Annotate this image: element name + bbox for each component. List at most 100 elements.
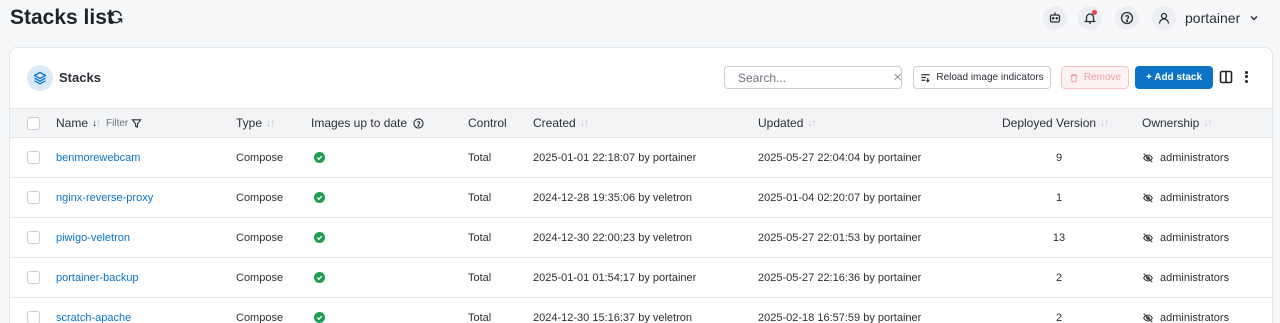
eye-off-icon	[1143, 312, 1153, 323]
check-circle-icon	[314, 312, 325, 323]
chevron-down-icon	[1250, 15, 1258, 21]
user-name: portainer	[1185, 10, 1241, 26]
table-body: benmorewebcam Compose Total 2025-01-01 2…	[10, 138, 1272, 323]
help-button[interactable]	[1115, 6, 1139, 30]
col-created[interactable]: Created ↓↑	[533, 109, 589, 137]
stacks-card: Stacks ✕ Reload image indicators Remove …	[9, 47, 1273, 323]
sort-icon: ↓↑	[807, 117, 816, 129]
stack-created: 2025-01-01 01:54:17 by portainer	[533, 271, 697, 284]
stack-name-link[interactable]: piwigo-veletron	[56, 232, 130, 244]
table-row: piwigo-veletron Compose Total 2024-12-30…	[10, 218, 1272, 258]
row-checkbox[interactable]	[27, 151, 40, 164]
row-checkbox[interactable]	[27, 231, 40, 244]
stack-updated: 2025-02-18 16:57:59 by portainer	[758, 311, 922, 323]
col-images: Images up to date	[311, 109, 424, 137]
stack-created: 2024-12-30 15:16:37 by veletron	[533, 311, 693, 323]
trash-icon	[1070, 73, 1078, 82]
check-circle-icon	[314, 272, 325, 283]
stack-control: Total	[468, 151, 492, 164]
stack-name-link[interactable]: portainer-backup	[56, 272, 139, 284]
table-header: Name ↓↑ Filter Type ↓↑ Images up to date …	[10, 108, 1272, 138]
filter-icon	[131, 118, 142, 128]
help-icon[interactable]	[413, 117, 424, 129]
stack-control: Total	[468, 231, 492, 244]
bot-icon	[1049, 12, 1061, 23]
col-version[interactable]: Deployed Version ↓↑	[1002, 109, 1120, 137]
reload-image-indicators-button[interactable]: Reload image indicators	[913, 66, 1051, 89]
col-control: Control	[468, 116, 507, 130]
sort-desc-icon: ↓↑	[92, 117, 101, 129]
stack-ownership: administrators	[1160, 231, 1230, 244]
col-updated[interactable]: Updated ↓↑	[758, 109, 816, 137]
stack-created: 2024-12-28 19:35:06 by veletron	[533, 191, 693, 204]
notification-dot	[1092, 10, 1097, 15]
stack-version: 13	[1052, 231, 1066, 244]
stack-control: Total	[468, 191, 492, 204]
stack-ownership: administrators	[1160, 151, 1230, 164]
stack-type: Compose	[236, 151, 284, 164]
card-header: Stacks ✕ Reload image indicators Remove …	[10, 48, 1272, 108]
stack-ownership: administrators	[1160, 271, 1230, 284]
add-stack-button[interactable]: + Add stack	[1135, 66, 1213, 89]
table-row: scratch-apache Compose Total 2024-12-30 …	[10, 298, 1272, 323]
select-all-checkbox[interactable]	[27, 116, 40, 130]
avatar	[1152, 6, 1176, 30]
refresh-icon[interactable]	[108, 9, 124, 25]
table-row: nginx-reverse-proxy Compose Total 2024-1…	[10, 178, 1272, 218]
page-header: Stacks list portainer	[0, 0, 1280, 40]
col-type[interactable]: Type ↓↑	[236, 109, 275, 137]
stack-type: Compose	[236, 311, 284, 323]
remove-label: Remove	[1083, 72, 1122, 83]
row-checkbox[interactable]	[27, 311, 40, 323]
stacks-icon	[33, 71, 47, 85]
more-options-icon[interactable]	[1243, 70, 1249, 84]
page-title: Stacks list	[10, 6, 114, 29]
stack-created: 2024-12-30 22:00:23 by veletron	[533, 231, 693, 244]
reload-label: Reload image indicators	[936, 72, 1044, 83]
columns-icon[interactable]	[1219, 70, 1233, 84]
bot-button[interactable]	[1043, 6, 1067, 30]
remove-button[interactable]: Remove	[1061, 66, 1129, 89]
stack-name-link[interactable]: benmorewebcam	[56, 152, 140, 164]
row-checkbox[interactable]	[27, 191, 40, 204]
stack-name-link[interactable]: scratch-apache	[56, 312, 131, 323]
stack-version: 9	[1055, 151, 1063, 164]
stacks-badge	[27, 65, 53, 91]
stack-ownership: administrators	[1160, 191, 1230, 204]
eye-off-icon	[1143, 192, 1153, 203]
check-circle-icon	[314, 232, 325, 243]
col-name[interactable]: Name ↓↑ Filter	[56, 109, 142, 137]
search-input[interactable]	[738, 70, 893, 85]
sort-icon: ↓↑	[266, 117, 275, 129]
stack-control: Total	[468, 271, 492, 284]
help-icon	[1120, 11, 1134, 25]
stack-control: Total	[468, 311, 492, 323]
check-circle-icon	[314, 192, 325, 203]
stack-name-link[interactable]: nginx-reverse-proxy	[56, 192, 153, 204]
search-box[interactable]: ✕	[724, 66, 902, 89]
stack-version: 2	[1055, 271, 1063, 284]
stack-ownership: administrators	[1160, 311, 1230, 323]
sort-icon: ↓↑	[1203, 117, 1212, 129]
stack-updated: 2025-01-04 02:20:07 by portainer	[758, 191, 922, 204]
eye-off-icon	[1143, 232, 1153, 243]
stack-updated: 2025-05-27 22:01:53 by portainer	[758, 231, 922, 244]
eye-off-icon	[1143, 152, 1153, 163]
eye-off-icon	[1143, 272, 1153, 283]
stacks-table: Name ↓↑ Filter Type ↓↑ Images up to date …	[10, 108, 1272, 323]
table-row: benmorewebcam Compose Total 2025-01-01 2…	[10, 138, 1272, 178]
clear-search-icon[interactable]: ✕	[893, 71, 902, 84]
stack-type: Compose	[236, 271, 284, 284]
stack-version: 1	[1055, 191, 1063, 204]
user-menu[interactable]: portainer	[1152, 6, 1259, 30]
user-icon	[1158, 12, 1170, 24]
filter-button[interactable]: Filter	[106, 118, 142, 129]
check-circle-icon	[314, 152, 325, 163]
col-ownership[interactable]: Ownership ↓↑	[1142, 109, 1212, 137]
row-checkbox[interactable]	[27, 271, 40, 284]
notifications-button[interactable]	[1078, 6, 1102, 30]
stack-updated: 2025-05-27 22:16:36 by portainer	[758, 271, 922, 284]
card-title: Stacks	[59, 70, 101, 85]
table-row: portainer-backup Compose Total 2025-01-0…	[10, 258, 1272, 298]
stack-type: Compose	[236, 191, 284, 204]
